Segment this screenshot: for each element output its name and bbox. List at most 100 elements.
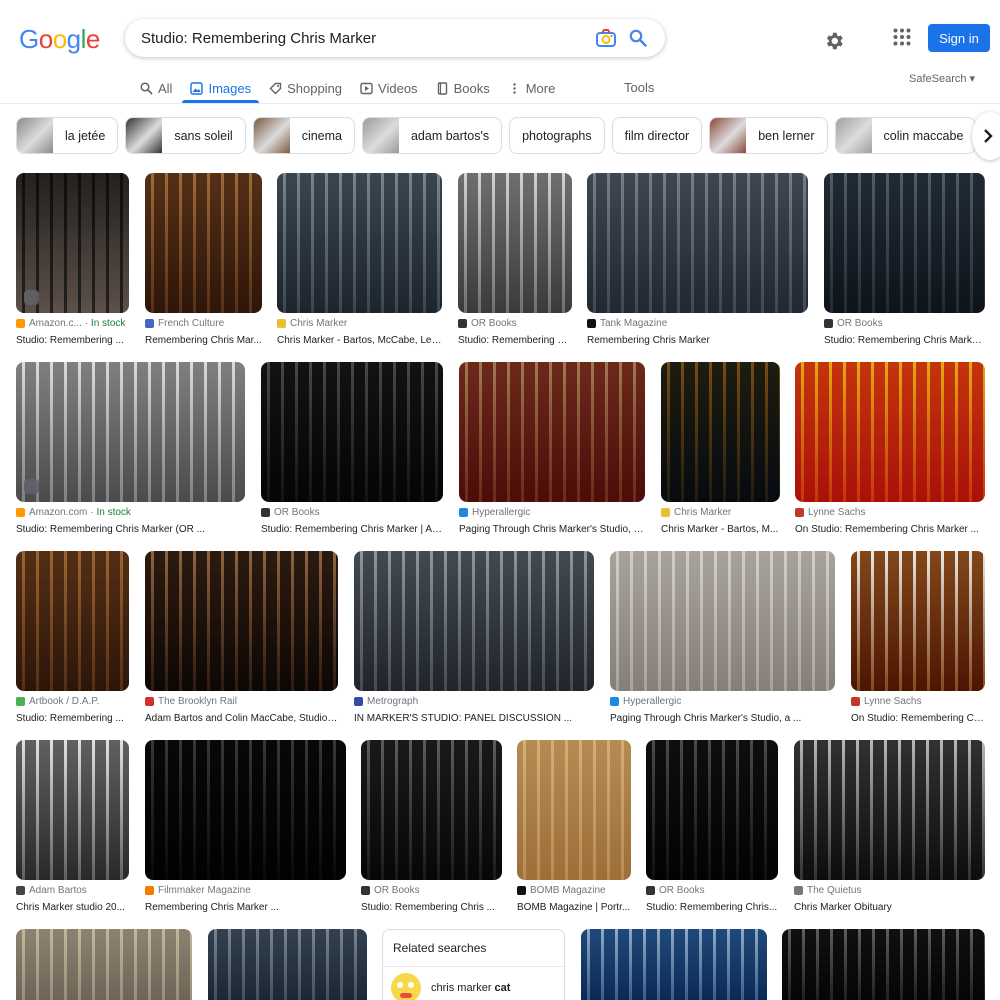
- result-title[interactable]: BOMB Magazine | Portr...: [517, 902, 631, 913]
- result-title[interactable]: Remembering Chris Mar...: [145, 335, 262, 346]
- image-result[interactable]: Chris Marker Chris Marker - Bartos, McCab…: [277, 173, 442, 346]
- result-source[interactable]: Amazon.com · In stock: [16, 507, 245, 518]
- search-input[interactable]: [141, 29, 585, 47]
- result-thumbnail[interactable]: [587, 173, 808, 313]
- result-title[interactable]: Remembering Chris Marker ...: [145, 902, 346, 913]
- image-result[interactable]: The Brooklyn Rail Adam Bartos and Colin M…: [145, 551, 338, 724]
- image-result[interactable]: OR Books Studio: Remembering Chris ...: [361, 740, 502, 913]
- image-result[interactable]: [581, 929, 767, 1000]
- result-title[interactable]: Studio: Remembering Chris...: [646, 902, 778, 913]
- result-title[interactable]: Remembering Chris Marker: [587, 335, 808, 346]
- image-result[interactable]: Amazon.com · In stock Studio: Remembering …: [16, 362, 245, 535]
- result-thumbnail[interactable]: [459, 362, 645, 502]
- result-thumbnail[interactable]: [277, 173, 442, 313]
- result-title[interactable]: Chris Marker Obituary: [794, 902, 985, 913]
- gear-icon[interactable]: [823, 30, 845, 52]
- result-title[interactable]: Studio: Remembering C...: [458, 335, 572, 346]
- image-result[interactable]: [16, 929, 192, 1000]
- image-result[interactable]: The Quietus Chris Marker Obituary: [794, 740, 985, 913]
- result-thumbnail[interactable]: [16, 362, 245, 502]
- image-result[interactable]: Filmmaker Magazine Remembering Chris Mark…: [145, 740, 346, 913]
- result-title[interactable]: Studio: Remembering Chris Marke...: [824, 335, 985, 346]
- result-source[interactable]: Chris Marker: [277, 318, 442, 329]
- result-thumbnail[interactable]: [145, 551, 338, 691]
- result-thumbnail[interactable]: [824, 173, 985, 313]
- image-result[interactable]: OR Books Studio: Remembering Chris Marker…: [261, 362, 443, 535]
- result-source[interactable]: French Culture: [145, 318, 262, 329]
- result-source[interactable]: Hyperallergic: [459, 507, 645, 518]
- image-result[interactable]: Artbook / D.A.P. Studio: Remembering ...: [16, 551, 129, 724]
- result-title[interactable]: Studio: Remembering Chris ...: [361, 902, 502, 913]
- search-icon[interactable]: [627, 27, 649, 49]
- result-title[interactable]: Paging Through Chris Marker's Studio, a …: [610, 713, 835, 724]
- result-thumbnail[interactable]: [354, 551, 594, 691]
- result-title[interactable]: Studio: Remembering ...: [16, 713, 129, 724]
- tools-button[interactable]: Tools: [624, 80, 654, 95]
- result-title[interactable]: Chris Marker - Bartos, M...: [661, 524, 780, 535]
- result-thumbnail[interactable]: [16, 740, 129, 880]
- tab-more[interactable]: More: [508, 78, 555, 98]
- result-source[interactable]: Filmmaker Magazine: [145, 885, 346, 896]
- image-result[interactable]: BOMB Magazine BOMB Magazine | Portr...: [517, 740, 631, 913]
- result-source[interactable]: Lynne Sachs: [795, 507, 985, 518]
- image-result[interactable]: Lynne Sachs On Studio: Remembering Chris …: [795, 362, 985, 535]
- image-result[interactable]: Tank Magazine Remembering Chris Marker: [587, 173, 808, 346]
- result-title[interactable]: Chris Marker - Bartos, McCabe, Ler...: [277, 335, 442, 346]
- image-result[interactable]: Hyperallergic Paging Through Chris Marker…: [610, 551, 835, 724]
- image-result[interactable]: Amazon.c... · In stock Studio: Remembering…: [16, 173, 129, 346]
- result-thumbnail[interactable]: [145, 173, 262, 313]
- result-source[interactable]: Tank Magazine: [587, 318, 808, 329]
- result-thumbnail[interactable]: [208, 929, 367, 1000]
- result-thumbnail[interactable]: [16, 929, 192, 1000]
- result-title[interactable]: On Studio: Remembering Ch...: [851, 713, 985, 724]
- result-source[interactable]: Metrograph: [354, 696, 594, 707]
- image-result[interactable]: OR Books Studio: Remembering C...: [458, 173, 572, 346]
- result-thumbnail[interactable]: [361, 740, 502, 880]
- result-thumbnail[interactable]: [581, 929, 767, 1000]
- result-title[interactable]: Studio: Remembering Chris Marker | Ad...: [261, 524, 443, 535]
- camera-icon[interactable]: [595, 27, 617, 49]
- result-thumbnail[interactable]: [458, 173, 572, 313]
- result-source[interactable]: OR Books: [646, 885, 778, 896]
- chip-adam-bartos-s[interactable]: adam bartos's: [361, 117, 503, 154]
- result-title[interactable]: Chris Marker studio 20...: [16, 902, 129, 913]
- chip-sans-soleil[interactable]: sans soleil: [125, 117, 246, 154]
- image-result[interactable]: [782, 929, 985, 1000]
- result-source[interactable]: OR Books: [824, 318, 985, 329]
- result-source[interactable]: OR Books: [261, 507, 443, 518]
- result-title[interactable]: Paging Through Chris Marker's Studio, a.…: [459, 524, 645, 535]
- image-result[interactable]: Lynne Sachs On Studio: Remembering Ch...: [851, 551, 985, 724]
- sign-in-button[interactable]: Sign in: [928, 24, 990, 52]
- chip-colin-maccabe[interactable]: colin maccabe: [834, 117, 977, 154]
- result-source[interactable]: BOMB Magazine: [517, 885, 631, 896]
- result-thumbnail[interactable]: [794, 740, 985, 880]
- result-source[interactable]: OR Books: [458, 318, 572, 329]
- tab-videos[interactable]: Videos: [360, 78, 418, 98]
- result-thumbnail[interactable]: [145, 740, 346, 880]
- chip-la-jet-e[interactable]: la jetée: [16, 117, 119, 154]
- result-title[interactable]: Studio: Remembering Chris Marker (OR ...: [16, 524, 245, 535]
- chip-film-director[interactable]: film director: [611, 117, 703, 154]
- image-result[interactable]: Hyperallergic Paging Through Chris Marker…: [459, 362, 645, 535]
- google-logo[interactable]: Google: [19, 24, 100, 55]
- search-box[interactable]: [125, 19, 665, 57]
- result-source[interactable]: The Brooklyn Rail: [145, 696, 338, 707]
- result-source[interactable]: Lynne Sachs: [851, 696, 985, 707]
- chip-photographs[interactable]: photographs: [509, 117, 605, 154]
- result-thumbnail[interactable]: [795, 362, 985, 502]
- result-source[interactable]: The Quietus: [794, 885, 985, 896]
- result-source[interactable]: Adam Bartos: [16, 885, 129, 896]
- image-result[interactable]: OR Books Studio: Remembering Chris...: [646, 740, 778, 913]
- result-title[interactable]: Studio: Remembering ...: [16, 335, 129, 346]
- tab-images[interactable]: Images: [182, 78, 259, 103]
- result-source[interactable]: Amazon.c... · In stock: [16, 318, 129, 329]
- result-thumbnail[interactable]: [16, 551, 129, 691]
- result-thumbnail[interactable]: [646, 740, 778, 880]
- chips-next-button[interactable]: [972, 112, 1000, 160]
- result-thumbnail[interactable]: [851, 551, 985, 691]
- result-source[interactable]: Hyperallergic: [610, 696, 835, 707]
- image-result[interactable]: French Culture Remembering Chris Mar...: [145, 173, 262, 346]
- image-result[interactable]: Chris Marker Chris Marker - Bartos, M...: [661, 362, 780, 535]
- image-result[interactable]: Adam Bartos Chris Marker studio 20...: [16, 740, 129, 913]
- apps-grid-icon[interactable]: [893, 28, 915, 50]
